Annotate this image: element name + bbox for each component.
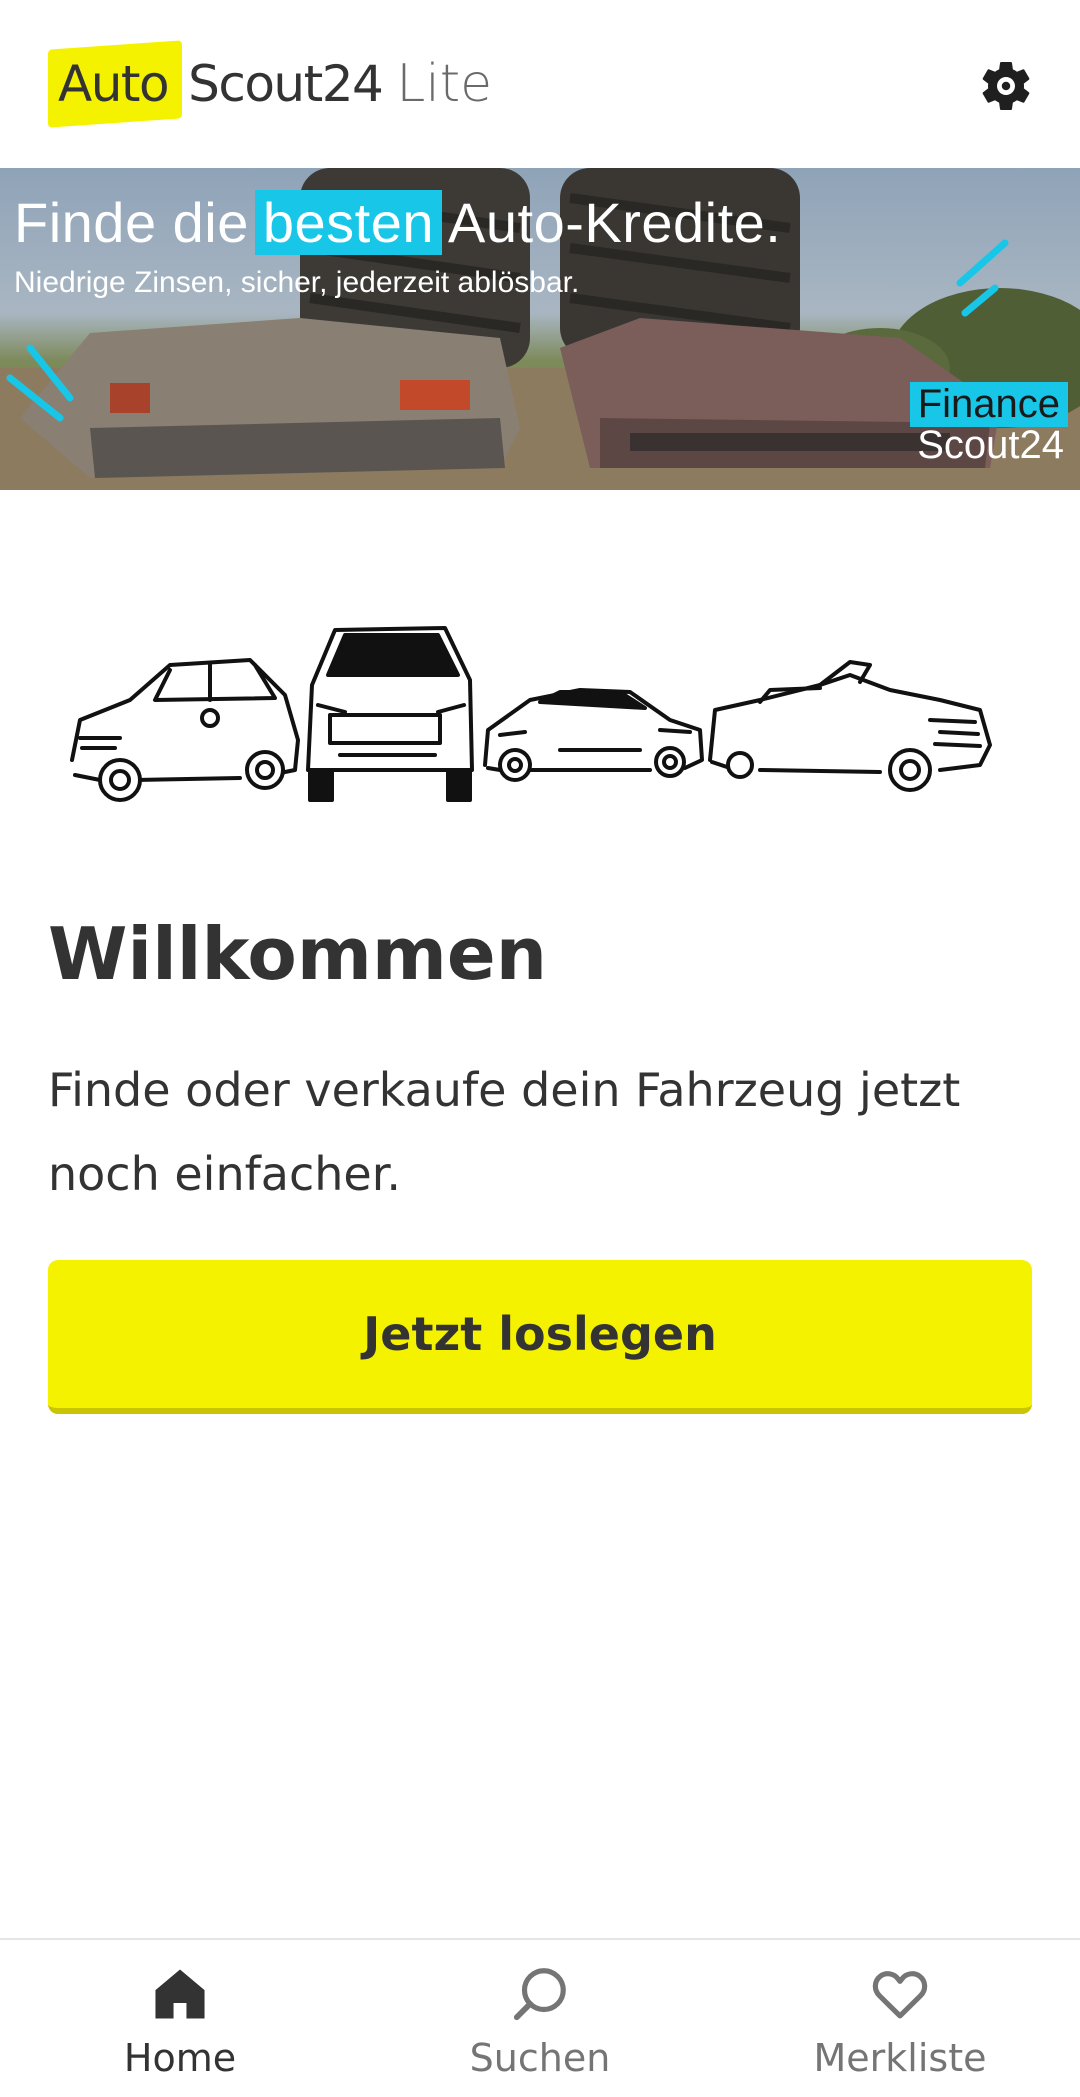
banner-title-part1: Finde die [14, 191, 249, 254]
nav-label-search: Suchen [469, 2036, 611, 2080]
banner-subtitle: Niedrige Zinsen, sicher, jederzeit ablös… [14, 266, 580, 299]
search-icon [508, 1962, 572, 2026]
welcome-description: Finde oder verkaufe dein Fahrzeug jetzt … [48, 1063, 961, 1201]
nav-item-search[interactable]: Suchen [360, 1940, 720, 2097]
financescout24-logo: Finance Scout24 [909, 382, 1068, 468]
nav-item-watchlist[interactable]: Merkliste [720, 1940, 1080, 2097]
car-hatchback-drawing [70, 658, 300, 802]
welcome-title: Willkommen [48, 912, 548, 996]
cars-illustration [70, 626, 992, 802]
gear-icon [982, 61, 1030, 110]
bottom-navigation: Home Suchen Merkliste [0, 1938, 1080, 2097]
logo-lite-text: Lite [396, 54, 493, 114]
autoscout24-lite-logo: Auto Scout24 Lite [48, 40, 493, 128]
heart-icon [868, 1962, 932, 2026]
get-started-button[interactable]: Jetzt loslegen [48, 1260, 1032, 1414]
nav-label-home: Home [123, 2036, 237, 2080]
finance-promo-banner[interactable]: Finde die besten Auto-Kredite. Niedrige … [0, 168, 1080, 490]
logo-auto-highlight: Auto [48, 40, 183, 128]
nav-item-home[interactable]: Home [0, 1940, 360, 2097]
car-sports-drawing [483, 688, 704, 782]
app-header: Auto Scout24 Lite [0, 0, 1080, 168]
banner-title-highlight: besten [254, 190, 443, 255]
financescout24-logo-line1: Finance [909, 382, 1068, 427]
nav-label-watchlist: Merkliste [813, 2036, 987, 2080]
settings-button[interactable] [970, 50, 1042, 122]
home-icon [148, 1962, 212, 2026]
car-convertible-drawing [708, 660, 992, 792]
financescout24-logo-line2: Scout24 [917, 423, 1064, 467]
logo-scout-text: Scout24 [188, 55, 384, 113]
banner-headline: Finde die besten Auto-Kredite. [14, 190, 781, 255]
logo-auto-text: Auto [58, 55, 170, 113]
car-suv-drawing [306, 626, 474, 802]
banner-title-part2: Auto-Kredite. [448, 191, 782, 254]
